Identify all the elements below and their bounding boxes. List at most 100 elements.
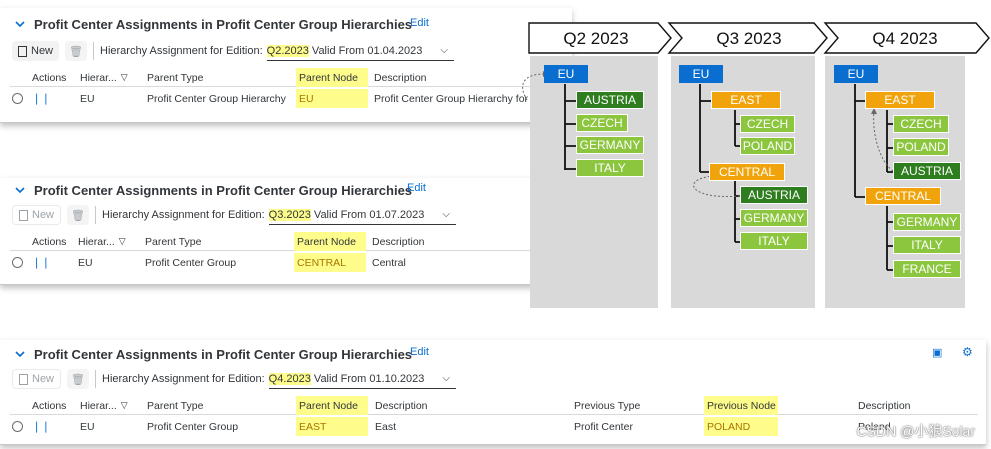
col-parent-type: Parent Type [147, 71, 204, 84]
new-button[interactable]: New [12, 205, 62, 225]
watermark: CSDN @小狼Solar [856, 423, 975, 439]
collapse-chevron-icon[interactable] [14, 348, 26, 360]
q2-austria-node: AUSTRIA [576, 91, 644, 109]
toolbar-separator [95, 206, 97, 224]
collapse-chevron-icon[interactable] [14, 18, 26, 30]
new-button[interactable]: New [12, 369, 62, 389]
col-previous-type: Previous Type [574, 399, 641, 412]
cell-hierarchy: EU [80, 420, 95, 433]
panel-title: Profit Center Assignments in Profit Cent… [34, 346, 413, 362]
delete-button[interactable]: 🗑 [67, 369, 90, 389]
phase-chevrons [528, 22, 990, 54]
col-actions: Actions [32, 71, 67, 84]
collapse-chevron-icon[interactable] [14, 184, 26, 196]
cell-description: Profit Center Group Hierarchy for E [374, 92, 538, 105]
row-radio[interactable] [12, 253, 23, 272]
edition-select[interactable]: Q4.2023 Valid From 01.10.2023 ⌵ [268, 369, 456, 389]
row-radio[interactable] [12, 89, 23, 108]
panel-title: Profit Center Assignments in Profit Cent… [34, 182, 413, 198]
filter-icon: ▽ [120, 72, 128, 82]
filter-icon: ▽ [118, 236, 126, 246]
table-row[interactable]: ❘❘ EU Profit Center Group EAST East Prof… [10, 417, 978, 436]
hierarchy-icon[interactable]: ❘❘ [32, 417, 50, 436]
hierarchy-assignment-label: Hierarchy Assignment for Edition: [102, 373, 265, 385]
col-parent-type: Parent Type [147, 399, 204, 412]
edition-select[interactable]: Q3.2023 Valid From 01.07.2023 ⌵ [268, 205, 456, 225]
toolbar-separator [95, 370, 97, 388]
cell-parent-node: EAST [296, 417, 368, 436]
hierarchy-icon[interactable]: ❘❘ [32, 253, 50, 272]
cell-parent-type: Profit Center Group [145, 256, 237, 269]
col-hierarchy[interactable]: Hierar... ▽ [80, 396, 128, 415]
col-hierarchy[interactable]: Hierar... ▽ [80, 68, 128, 87]
new-document-icon [18, 45, 27, 57]
col-previous-description: Description [858, 399, 911, 412]
chevron-down-icon: ⌵ [440, 45, 448, 56]
valid-from-text: Valid From 01.07.2023 [313, 208, 425, 221]
edit-link[interactable]: Edit [410, 17, 429, 29]
panel-header: Profit Center Assignments in Profit Cent… [0, 178, 412, 202]
cell-description: East [375, 420, 397, 433]
panel-header: Profit Center Assignments in Profit Cent… [0, 342, 412, 366]
edit-link[interactable]: Edit [410, 346, 429, 358]
new-document-icon [19, 209, 28, 221]
cell-previous-type: Profit Center [574, 420, 633, 433]
table-row[interactable]: ❘❘ EU Profit Center Group CENTRAL Centra… [10, 253, 538, 272]
cell-parent-type: Profit Center Group [147, 420, 239, 433]
col-previous-node: Previous Node [704, 396, 778, 415]
q4-eu-node: EU [834, 65, 878, 83]
gear-icon[interactable]: ⚙ [962, 345, 973, 359]
new-button-label: New [32, 373, 55, 385]
edition-select[interactable]: Q2.2023 Valid From 01.04.2023 ⌵ [266, 41, 454, 61]
q4-central-node: CENTRAL [865, 187, 941, 205]
edit-link[interactable]: Edit [407, 182, 426, 194]
col-description: Description [372, 235, 425, 248]
q3-germany-node: GERMANY [740, 209, 808, 227]
col-parent-node: Parent Node [296, 68, 368, 87]
new-button-label: New [32, 209, 55, 221]
new-button[interactable]: New [12, 41, 60, 61]
edition-value: Q2.2023 [266, 44, 309, 57]
hierarchy-icon[interactable]: ❘❘ [32, 89, 50, 108]
assignments-panel-q3: Profit Center Assignments in Profit Cent… [0, 178, 540, 285]
edition-value: Q4.2023 [268, 372, 311, 385]
col-description: Description [374, 71, 427, 84]
table-row[interactable]: ❘❘ EU Profit Center Group Hierarchy EU P… [10, 89, 570, 108]
assignments-panel-q4: Profit Center Assignments in Profit Cent… [0, 340, 986, 445]
chevron-down-icon: ⌵ [442, 373, 450, 384]
col-parent-type: Parent Type [145, 235, 202, 248]
trash-icon: 🗑 [69, 45, 83, 58]
filter-icon: ▽ [120, 400, 128, 410]
col-actions: Actions [32, 235, 67, 248]
q3-poland-node: POLAND [740, 137, 795, 155]
valid-from-text: Valid From 01.10.2023 [313, 372, 425, 385]
q4-italy-node: ITALY [893, 236, 961, 254]
q4-czech-node: CZECH [893, 115, 949, 133]
panel-header: Profit Center Assignments in Profit Cent… [0, 12, 412, 36]
trash-icon: 🗑 [71, 209, 85, 222]
q3-czech-node: CZECH [740, 115, 795, 133]
new-button-label: New [31, 45, 54, 57]
delete-button[interactable]: 🗑 [65, 41, 88, 61]
q3-column [671, 56, 815, 308]
export-icon[interactable]: ▣ [932, 346, 942, 359]
col-description: Description [375, 399, 428, 412]
q4-france-node: FRANCE [893, 260, 961, 278]
row-radio[interactable] [12, 417, 23, 436]
q2-germany-node: GERMANY [576, 136, 644, 154]
delete-button[interactable]: 🗑 [67, 205, 90, 225]
col-hierarchy[interactable]: Hierar... ▽ [78, 232, 126, 251]
q2-czech-node: CZECH [576, 114, 628, 132]
col-parent-node: Parent Node [296, 396, 368, 415]
table-header: Actions Hierar... ▽ Parent Type Parent No… [10, 68, 570, 87]
cell-hierarchy: EU [78, 256, 93, 269]
q3-austria-node: AUSTRIA [740, 186, 808, 204]
toolbar-separator [93, 42, 95, 60]
table-header: Actions Hierar... ▽ Parent Type Parent No… [10, 232, 538, 251]
edition-value: Q3.2023 [268, 208, 311, 221]
phase-q3-label: Q3 2023 [716, 29, 782, 48]
cell-parent-type: Profit Center Group Hierarchy [147, 92, 286, 105]
q4-column [825, 56, 965, 308]
trash-icon: 🗑 [71, 373, 85, 386]
cell-hierarchy: EU [80, 92, 95, 105]
